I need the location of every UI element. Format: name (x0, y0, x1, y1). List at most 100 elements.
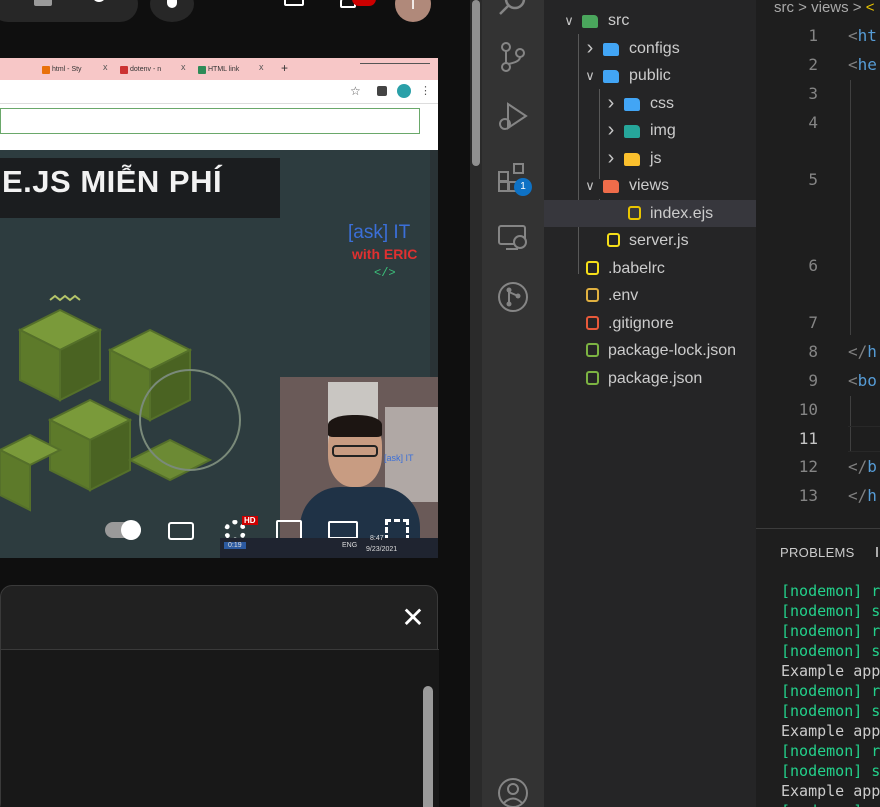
taskbar-clock: 8:47 (370, 535, 384, 542)
current-line-highlight (848, 426, 880, 452)
chevron-down-icon[interactable]: ∨ (583, 62, 597, 89)
side-panel-header (1, 586, 439, 650)
recorded-webpage (0, 104, 438, 150)
explorer-item[interactable]: › img (544, 117, 756, 144)
explorer-item[interactable]: ∨ views (544, 172, 756, 199)
chevron-down-icon[interactable]: ∨ (583, 172, 597, 199)
new-tab-icon: + (281, 61, 289, 75)
explorer-item-label: img (650, 122, 676, 139)
code-line[interactable]: </h (848, 342, 877, 361)
explorer-item-label: server.js (629, 232, 689, 249)
side-panel: ✕ (0, 585, 439, 807)
code-line[interactable]: </h (848, 486, 877, 505)
profile-icon (397, 84, 411, 98)
autoplay-toggle[interactable] (105, 520, 141, 540)
play-icon (121, 520, 141, 540)
terminal-line: Example app (781, 662, 880, 680)
explorer-item[interactable]: index.ejs (544, 199, 756, 227)
breadcrumb[interactable]: src > views > < (774, 0, 875, 18)
explorer-item[interactable]: package-lock.json (544, 337, 756, 364)
source-control-icon[interactable] (496, 40, 530, 74)
chevron-right-icon[interactable]: › (604, 145, 618, 172)
tab-output[interactable] (876, 547, 880, 557)
explorer-item[interactable]: server.js (544, 227, 756, 254)
page-scrollbar-thumb[interactable] (472, 0, 480, 166)
breadcrumb-item[interactable]: src (774, 0, 794, 16)
chevron-down-icon[interactable]: ∨ (562, 7, 576, 34)
close-icon[interactable]: ✕ (399, 604, 427, 632)
extensions-icon (377, 86, 387, 96)
activity-bar: 1 (482, 0, 544, 807)
run-debug-icon[interactable] (496, 100, 530, 134)
git-file-icon (586, 315, 599, 330)
code-tag: ht (857, 26, 877, 45)
explorer-item-label: public (629, 67, 671, 84)
file-explorer: ∨ src › configs ∨ public › css › img › js ∨ views inde… (544, 0, 756, 807)
explorer-item[interactable]: package.json (544, 365, 756, 392)
explorer-item-label: package-lock.json (608, 342, 737, 359)
code-line[interactable]: <he (848, 55, 877, 74)
avatar[interactable]: T (395, 0, 431, 22)
folder-views-icon (603, 180, 619, 193)
explorer-item-label: .env (608, 287, 639, 304)
explorer-item[interactable]: › js (544, 145, 756, 172)
line-number: 3 (808, 84, 818, 103)
theater-mode-icon[interactable] (328, 521, 358, 539)
terminal-line: [nodemon] r (781, 742, 880, 760)
side-panel-body (1, 650, 439, 807)
tab-problems[interactable]: PROBLEMS (780, 545, 855, 560)
explorer-item[interactable]: .gitignore (544, 310, 756, 337)
explorer-item[interactable]: › configs (544, 35, 756, 62)
explorer-item[interactable]: .env (544, 282, 756, 309)
voice-search-button[interactable] (150, 0, 194, 22)
code-bracket: < (848, 55, 858, 74)
side-panel-scrollbar[interactable] (423, 686, 433, 807)
screen: T html - Sty x dotenv - n x HTML link x (0, 0, 880, 807)
create-video-icon[interactable] (284, 0, 304, 6)
explorer-item[interactable]: .babelrc (544, 255, 756, 282)
folder-img-icon (624, 125, 640, 138)
code-bracket: < (848, 26, 858, 45)
webcam-overlay: [ask] IT (280, 377, 438, 557)
account-icon[interactable] (496, 776, 530, 807)
extensions-badge: 1 (514, 178, 532, 196)
recorded-address-bar: ☆ ⋮ (0, 80, 438, 104)
code-line[interactable]: <ht (848, 26, 877, 45)
youtube-panel: T html - Sty x dotenv - n x HTML link x (0, 0, 470, 807)
code-line[interactable]: <bo (848, 371, 877, 390)
git-graph-icon[interactable] (496, 280, 530, 314)
tab-close-icon: x (181, 62, 186, 72)
chevron-right-icon[interactable]: › (604, 90, 618, 117)
line-number: 8 (808, 342, 818, 361)
code-line[interactable]: </b (848, 457, 877, 476)
chevron-right-icon[interactable]: › (583, 35, 597, 62)
folder-public-icon (603, 70, 619, 83)
taskbar-timer: 0:19 (224, 542, 246, 549)
keyboard-button[interactable] (0, 0, 138, 22)
explorer-item[interactable]: ∨ src (544, 7, 756, 34)
explorer-item[interactable]: › css (544, 90, 756, 117)
explorer-item-label: src (608, 12, 630, 29)
chevron-right-icon[interactable]: › (604, 117, 618, 144)
explorer-item[interactable]: ∨ public (544, 62, 756, 89)
env-file-icon (586, 288, 599, 302)
page-scrollbar[interactable] (470, 0, 482, 807)
js-file-icon (607, 233, 620, 247)
terminal-line: Example app (781, 782, 880, 800)
taskbar-date: 9/23/2021 (366, 546, 398, 553)
webcam-overlay-text: [ask] IT (384, 453, 414, 463)
search-icon[interactable] (496, 0, 530, 20)
code-bracket: < (848, 371, 858, 390)
line-number: 6 (808, 256, 818, 275)
search-icon[interactable] (92, 0, 106, 2)
explorer-item-label: configs (629, 39, 680, 57)
breadcrumb-separator: > (852, 0, 862, 16)
webpage-input-box (0, 108, 420, 134)
terminal-line: [nodemon] s (781, 602, 880, 620)
miniplayer-icon[interactable] (276, 520, 302, 540)
line-number: 11 (798, 429, 818, 448)
breadcrumb-item[interactable]: views (811, 0, 849, 16)
subtitles-icon[interactable] (168, 522, 194, 540)
code-editor: src > views > < 1 2 3 4 5 6 7 8 9 10 11 12 13 <ht <he… (756, 0, 880, 528)
remote-explorer-icon[interactable] (496, 220, 530, 254)
